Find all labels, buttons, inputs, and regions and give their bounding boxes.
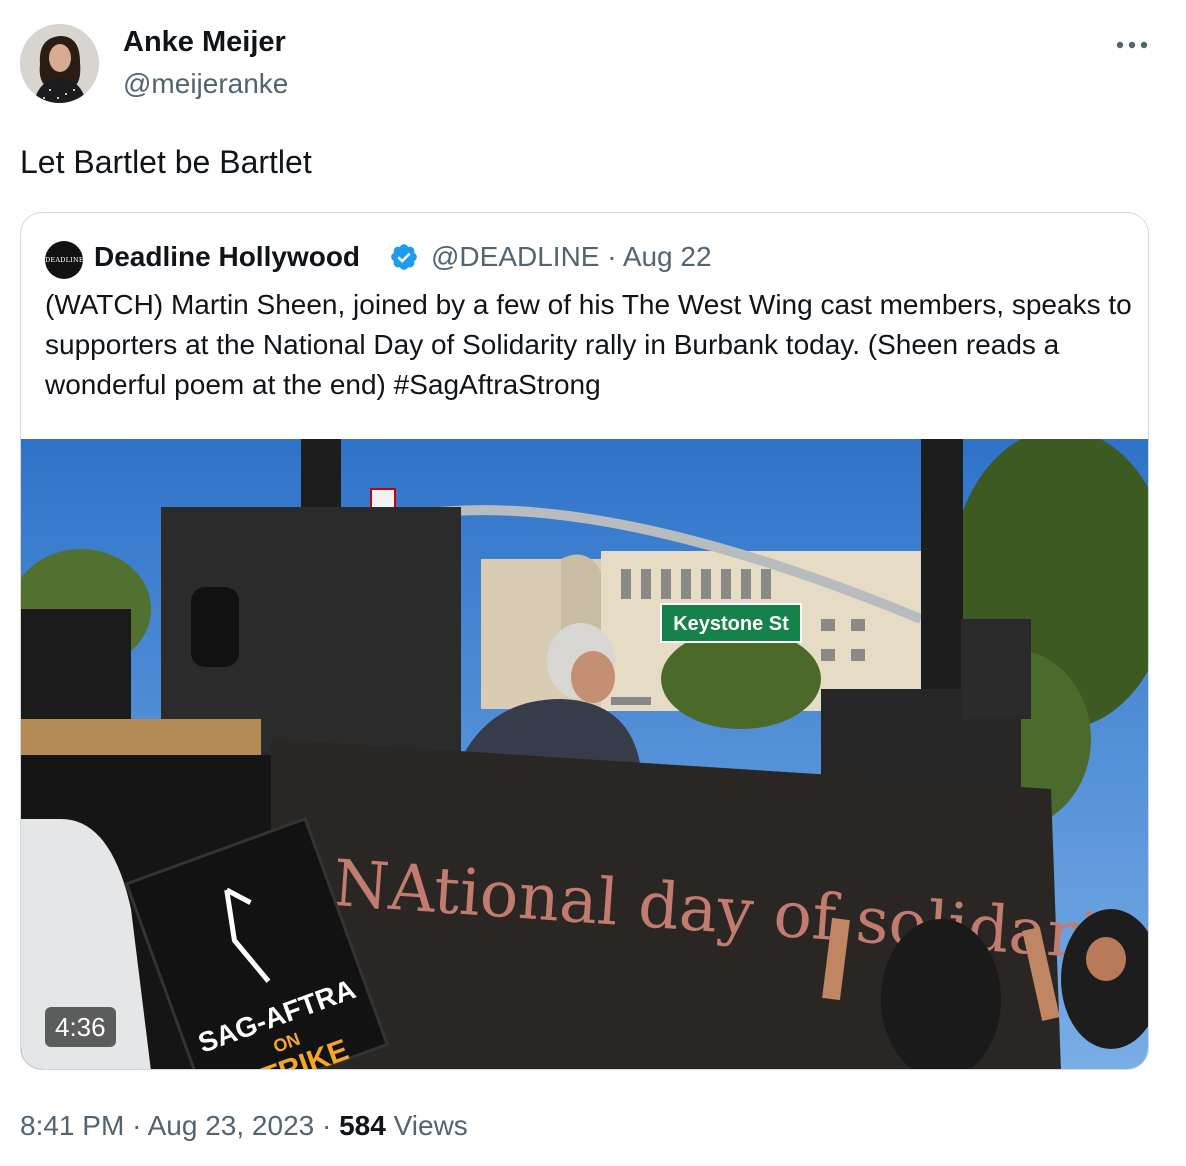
video-thumbnail: Keystone St NAtional day of solidarity S…	[21, 439, 1148, 1069]
tweet-meta-row: 8:41 PM · Aug 23, 2023 · 584 Views	[20, 1110, 468, 1142]
meta-separator: ·	[132, 1110, 142, 1141]
quote-handle[interactable]: @DEADLINE	[431, 241, 599, 272]
quote-text: (WATCH) Martin Sheen, joined by a few of…	[45, 289, 1132, 400]
street-sign-text: Keystone St	[673, 613, 789, 635]
tweet-time[interactable]: 8:41 PM	[20, 1110, 124, 1141]
quote-avatar-text: DEADLINE	[45, 256, 83, 264]
quoted-tweet-card[interactable]: DEADLINE Deadline Hollywood @DEADLINE · …	[20, 212, 1149, 1070]
verified-badge-icon	[391, 244, 417, 270]
quote-date[interactable]: Aug 22	[623, 241, 712, 272]
views-count: 584	[339, 1110, 386, 1141]
more-horizontal-icon	[1116, 41, 1148, 49]
avatar-photo	[20, 24, 99, 103]
views-label: Views	[393, 1110, 468, 1141]
more-options-button[interactable]	[1112, 26, 1152, 56]
quote-meta: @DEADLINE · Aug 22	[431, 241, 712, 273]
quote-author-name[interactable]: Deadline Hollywood	[94, 241, 360, 273]
quote-avatar[interactable]: DEADLINE	[45, 241, 83, 279]
video-duration-badge: 4:36	[45, 1007, 116, 1047]
author-handle[interactable]: @meijeranke	[123, 68, 288, 100]
tweet-text: Let Bartlet be Bartlet	[20, 144, 312, 180]
author-avatar[interactable]	[20, 24, 99, 103]
meta-separator: ·	[322, 1110, 332, 1141]
video-player[interactable]: Keystone St NAtional day of solidarity S…	[21, 439, 1148, 1069]
tweet-date[interactable]: Aug 23, 2023	[148, 1110, 315, 1141]
author-name[interactable]: Anke Meijer	[123, 26, 286, 59]
quote-separator: ·	[607, 241, 617, 272]
